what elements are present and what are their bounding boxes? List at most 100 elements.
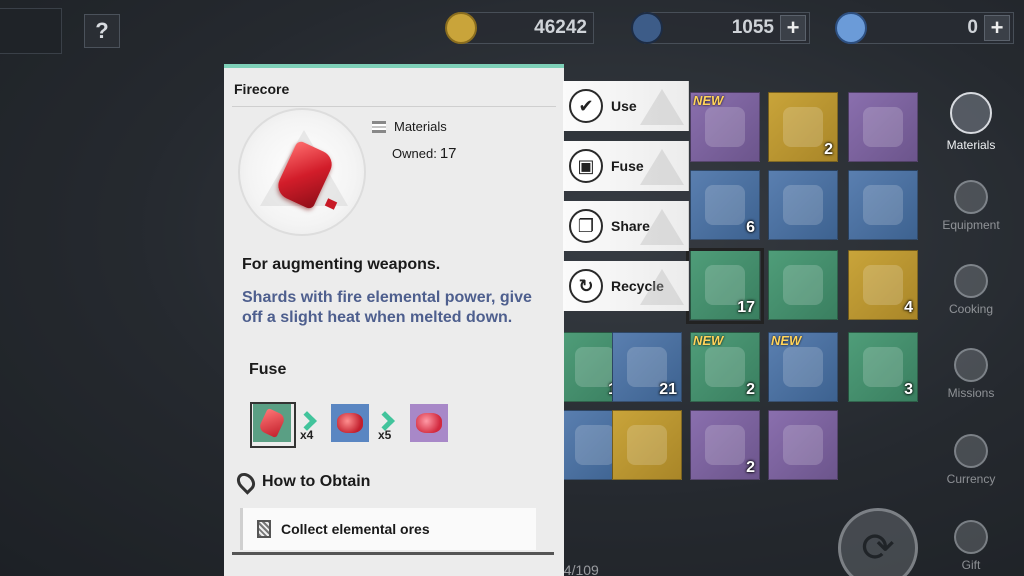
currency-gems: 0 +: [835, 12, 1014, 44]
refresh-icon: ⟳: [861, 526, 895, 570]
item-detail-panel: Firecore Materials Owned: 17 For augmenti…: [224, 64, 564, 576]
triangle-deco: [640, 149, 684, 185]
obtain-source-row[interactable]: Collect elemental ores: [240, 508, 536, 550]
item-flavor-text: Shards with fire elemental power, give o…: [242, 289, 532, 326]
item-icon: [705, 425, 745, 465]
recycle-button[interactable]: ↻ Recycle: [563, 261, 689, 311]
inventory-slot[interactable]: [848, 170, 918, 240]
item-count: 2: [746, 381, 755, 398]
obtain-source-label: Collect elemental ores: [281, 521, 430, 537]
item-icon: [705, 107, 745, 147]
use-button[interactable]: ✔ Use: [563, 81, 689, 131]
item-icon: [863, 347, 903, 387]
fuse-chain: x4 x5: [250, 402, 490, 452]
fuse-multiplier: x5: [378, 428, 392, 442]
help-button[interactable]: ?: [84, 14, 120, 48]
item-count: 3: [904, 381, 913, 398]
fuse-multiplier: x4: [300, 428, 314, 442]
new-badge: NEW: [771, 333, 802, 348]
item-icon: [705, 347, 745, 387]
materials-icon: [950, 92, 992, 134]
sidebar-category-gift[interactable]: Gift: [936, 520, 1006, 572]
share-icon: ❐: [569, 209, 603, 243]
item-description: For augmenting weapons.: [242, 256, 441, 273]
inventory-slot[interactable]: [768, 410, 838, 480]
sidebar-category-label: Missions: [947, 386, 995, 400]
inventory-slot[interactable]: NEW 2: [690, 332, 760, 402]
inventory-slot[interactable]: 3: [848, 332, 918, 402]
fuse-step-fire-crystal[interactable]: [331, 404, 369, 442]
item-category: Materials: [372, 119, 447, 134]
currency-crystals: 1055 +: [631, 12, 810, 44]
gold-coin-icon: [445, 12, 477, 44]
use-label: Use: [611, 98, 637, 114]
equipment-icon: [954, 180, 988, 214]
inventory-slot[interactable]: NEW: [768, 332, 838, 402]
fuse-button[interactable]: ▣ Fuse: [563, 141, 689, 191]
dark-crystal-icon: [631, 12, 663, 44]
item-icon: [575, 425, 615, 465]
owned-info: Owned: 17: [392, 145, 457, 162]
ore-icon: [257, 520, 271, 538]
sidebar-category-label: Gift: [961, 558, 981, 572]
selected-item-frame: [686, 248, 764, 324]
inventory-slot[interactable]: 4: [848, 250, 918, 320]
add-crystals-button[interactable]: +: [780, 15, 806, 41]
item-icon: [783, 425, 823, 465]
fuse-icon: ▣: [569, 149, 603, 183]
fuse-step-firecore[interactable]: [250, 402, 296, 448]
gift-icon: [954, 520, 988, 554]
triangle-deco: [640, 89, 684, 125]
fire-crystal-icon: [337, 413, 363, 433]
item-icon: [863, 107, 903, 147]
new-badge: NEW: [693, 333, 724, 348]
location-pin-icon: [233, 469, 259, 495]
inventory-slot[interactable]: 2: [768, 92, 838, 162]
triangle-deco: [640, 269, 684, 305]
item-count: 2: [746, 459, 755, 476]
back-button[interactable]: [0, 8, 62, 54]
fuse-step-fire-cluster[interactable]: [410, 404, 448, 442]
add-gems-button[interactable]: +: [984, 15, 1010, 41]
sidebar-category-label: Materials: [946, 138, 996, 152]
sidebar-category-label: Equipment: [942, 218, 1000, 232]
inventory-slot[interactable]: 2: [690, 410, 760, 480]
owned-count: 17: [439, 145, 457, 162]
obtain-section-title: How to Obtain: [233, 469, 370, 495]
sidebar-category-materials[interactable]: Materials: [936, 92, 1006, 152]
item-portrait: [238, 108, 366, 236]
item-icon: [783, 347, 823, 387]
sidebar-category-label: Cooking: [948, 302, 994, 316]
sidebar-category-cooking[interactable]: Cooking: [936, 264, 1006, 316]
sidebar-category-label: Currency: [946, 472, 996, 486]
inventory-slot[interactable]: [612, 410, 682, 480]
divider: [232, 552, 554, 555]
category-label: Materials: [394, 119, 447, 134]
item-count: 6: [746, 219, 755, 236]
recycle-icon: ↻: [569, 269, 603, 303]
inventory-slot[interactable]: NEW: [690, 92, 760, 162]
currency-icon: [954, 434, 988, 468]
sidebar-category-missions[interactable]: Missions: [936, 348, 1006, 400]
checkmark-icon: ✔: [569, 89, 603, 123]
item-icon: [783, 107, 823, 147]
currency-value: 46242: [534, 17, 587, 38]
fire-cluster-icon: [416, 413, 442, 433]
inventory-slot[interactable]: 6: [690, 170, 760, 240]
sidebar-category-currency[interactable]: Currency: [936, 434, 1006, 486]
item-icon: [863, 265, 903, 305]
currency-coins: 46242: [445, 12, 594, 44]
sidebar-category-equipment[interactable]: Equipment: [936, 180, 1006, 232]
inventory-slot[interactable]: [768, 250, 838, 320]
currency-value: 1055: [731, 17, 774, 38]
item-count: 2: [824, 141, 833, 158]
item-count: 21: [659, 381, 677, 398]
cooking-icon: [954, 264, 988, 298]
inventory-slot[interactable]: [768, 170, 838, 240]
share-button[interactable]: ❐ Share: [563, 201, 689, 251]
item-icon: [627, 425, 667, 465]
missions-icon: [954, 348, 988, 382]
inventory-slot[interactable]: [848, 92, 918, 162]
item-icon: [705, 185, 745, 225]
inventory-slot[interactable]: 21: [612, 332, 682, 402]
